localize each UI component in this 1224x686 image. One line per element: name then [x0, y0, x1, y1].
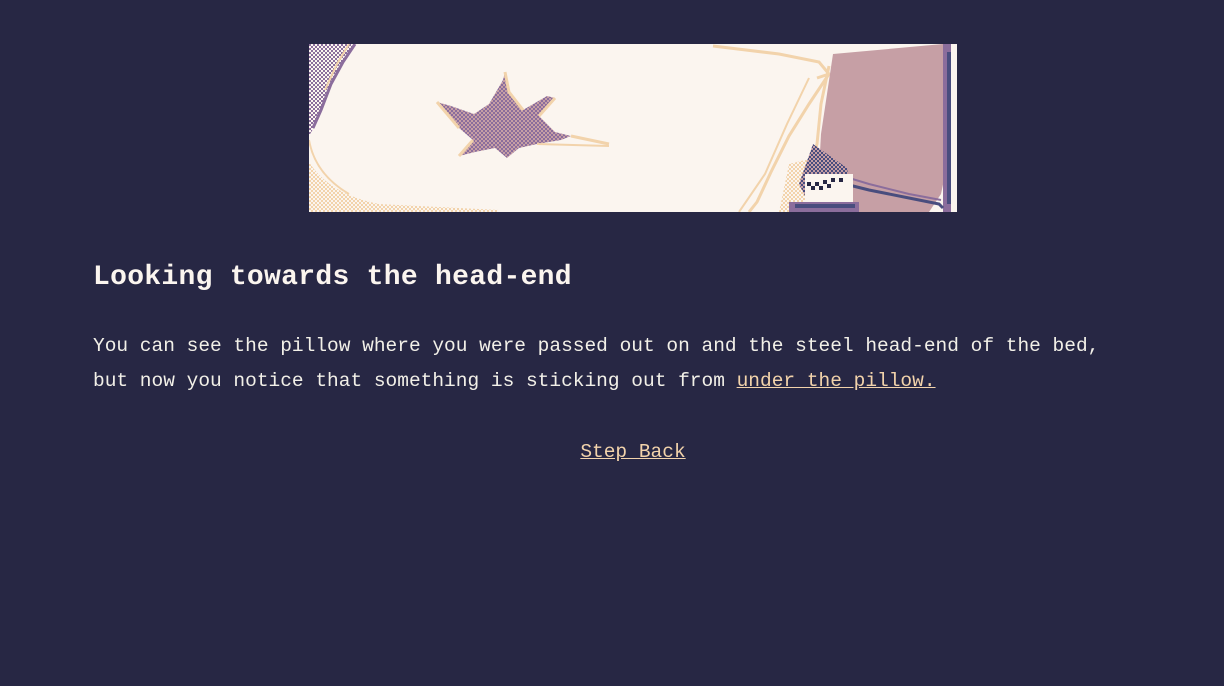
under-the-pillow-link[interactable]: under the pillow.: [737, 370, 936, 392]
passage-title: Looking towards the head-end: [93, 262, 572, 293]
step-back-link[interactable]: Step Back: [580, 441, 685, 463]
navigation: Step Back: [0, 437, 1224, 467]
scene-illustration: [309, 44, 957, 212]
passage-text-body: You can see the pillow where you were pa…: [93, 335, 1100, 392]
passage: Looking towards the head-end You can see…: [93, 258, 1143, 399]
passage-text: You can see the pillow where you were pa…: [93, 329, 1143, 399]
